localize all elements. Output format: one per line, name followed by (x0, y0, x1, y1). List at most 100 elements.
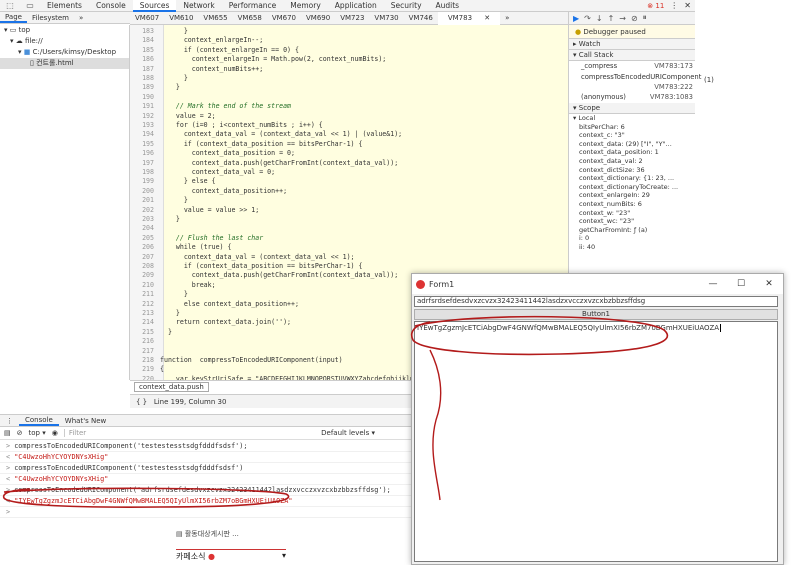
scope-variable[interactable]: context_data_val: 2 (569, 157, 695, 166)
cafe-news-tab[interactable]: 카페소식 ● ▾ (176, 549, 286, 562)
scope-variable[interactable]: context_data: (29) ["I", "Y"... (569, 140, 695, 149)
tab-page[interactable]: Page (0, 13, 27, 23)
more-tabs-icon[interactable]: » (74, 14, 88, 22)
file-tab[interactable]: VM690 (301, 14, 335, 22)
file-tab[interactable]: VM670 (267, 14, 301, 22)
line-number[interactable]: 188 (130, 74, 160, 83)
file-tab[interactable]: VM655 (198, 14, 232, 22)
scope-variable[interactable]: context_dictionaryToCreate: ... (569, 183, 695, 192)
tab-security[interactable]: Security (384, 0, 429, 12)
tree-item-file[interactable]: ▯ 컨트롤.html (0, 58, 129, 69)
line-number[interactable]: 213 (130, 309, 160, 318)
format-icon[interactable]: { } (136, 398, 147, 406)
eye-icon[interactable]: ◉ (52, 429, 58, 437)
file-tab-active[interactable]: VM783 ✕ (437, 11, 501, 25)
tab-network[interactable]: Network (176, 0, 221, 12)
output-textbox[interactable]: IYEwTgZgzmJcETCiAbgDwF4GNWfQMwBMALEQ5QIy… (414, 321, 778, 562)
close-icon[interactable]: ✕ (684, 1, 691, 10)
file-tab[interactable]: VM723 (335, 14, 369, 22)
tab-memory[interactable]: Memory (283, 0, 328, 12)
more-icon[interactable]: ⋮ (670, 1, 678, 10)
step-over-icon[interactable]: ↷ (584, 14, 591, 23)
call-frame[interactable]: _compress VM783:173 (569, 61, 695, 72)
resume-icon[interactable]: ▶ (573, 14, 579, 23)
line-number[interactable]: 216 (130, 337, 160, 346)
line-number[interactable]: 209 (130, 271, 160, 280)
scope-variable[interactable]: bitsPerChar: 6 (569, 123, 695, 132)
call-frame[interactable]: compressToEncodedURIComponent VM783:222 (569, 72, 701, 92)
tab-elements[interactable]: Elements (40, 0, 89, 12)
line-number[interactable]: 183 (130, 27, 160, 36)
line-number[interactable]: 185 (130, 46, 160, 55)
file-tab[interactable]: VM730 (369, 14, 403, 22)
watch-section[interactable]: ▸ Watch (569, 39, 695, 50)
close-tab-icon[interactable]: ✕ (479, 14, 495, 22)
scope-variable[interactable]: context_data_position: 1 (569, 148, 695, 157)
tab-whats-new[interactable]: What's New (59, 417, 112, 425)
tab-console[interactable]: Console (89, 0, 133, 12)
line-number[interactable]: 194 (130, 130, 160, 139)
line-number[interactable]: 184 (130, 36, 160, 45)
line-number[interactable]: 212 (130, 300, 160, 309)
line-number[interactable]: 193 (130, 121, 160, 130)
line-number[interactable]: 198 (130, 168, 160, 177)
scope-variable[interactable]: ii: 40 (569, 243, 695, 252)
file-tab[interactable]: VM607 (130, 14, 164, 22)
scope-variable[interactable]: context_dictSize: 36 (569, 166, 695, 175)
clear-console-icon[interactable]: ⊘ (17, 429, 23, 437)
step-icon[interactable]: → (619, 14, 626, 23)
line-number[interactable]: 219 (130, 365, 160, 374)
line-number[interactable]: 190 (130, 93, 160, 102)
step-into-icon[interactable]: ↓ (596, 14, 603, 23)
maximize-icon[interactable]: ☐ (727, 279, 755, 289)
tab-filesystem[interactable]: Filesystem (27, 14, 74, 22)
board-link[interactable]: ▤ 활동대상게시판 ... (176, 529, 239, 539)
sidebar-toggle-icon[interactable]: ▤ (4, 429, 11, 437)
line-number[interactable]: 195 (130, 140, 160, 149)
tab-audits[interactable]: Audits (429, 0, 467, 12)
line-number[interactable]: 187 (130, 65, 160, 74)
line-number[interactable]: 203 (130, 215, 160, 224)
line-number[interactable]: 189 (130, 83, 160, 92)
call-frame[interactable]: (anonymous) VM783:1083 (569, 92, 695, 103)
close-window-icon[interactable]: ✕ (755, 279, 783, 289)
line-number[interactable]: 206 (130, 243, 160, 252)
line-number[interactable]: 204 (130, 224, 160, 233)
line-number[interactable]: 215 (130, 328, 160, 337)
tree-item-top[interactable]: ▾ ▭ top (0, 25, 129, 36)
error-badge[interactable]: ⊗ 11 (647, 2, 664, 10)
scope-variable[interactable]: i: 0 (569, 234, 695, 243)
step-out-icon[interactable]: ↑ (608, 14, 615, 23)
drawer-menu-icon[interactable]: ⋮ (0, 417, 19, 425)
form1-titlebar[interactable]: Form1 — ☐ ✕ (412, 274, 783, 294)
deactivate-breakpoints-icon[interactable]: ⊘ (631, 14, 638, 23)
line-number[interactable]: 202 (130, 206, 160, 215)
line-number[interactable]: 217 (130, 347, 160, 356)
tab-application[interactable]: Application (328, 0, 384, 12)
line-number[interactable]: 191 (130, 102, 160, 111)
line-number[interactable]: 200 (130, 187, 160, 196)
tree-item-folder[interactable]: ▾ ■ C:/Users/kimsy/Desktop (0, 47, 129, 58)
scope-section[interactable]: ▾ Scope (569, 103, 695, 114)
inspect-icon[interactable]: ⬚ (0, 1, 20, 10)
line-number[interactable]: 207 (130, 253, 160, 262)
line-number[interactable]: 218 (130, 356, 160, 365)
scope-variable[interactable]: getCharFromInt: ƒ (a) (569, 226, 695, 235)
line-number[interactable]: 201 (130, 196, 160, 205)
call-stack-section[interactable]: ▾ Call Stack (569, 50, 695, 61)
button1[interactable]: Button1 (414, 309, 778, 320)
pause-on-exceptions-icon[interactable]: ⏸ (643, 13, 647, 23)
file-tab[interactable]: VM658 (233, 14, 267, 22)
input-textbox[interactable]: adrfsrdsefdesdvxzcvzx32423411442lasdzxvc… (414, 296, 778, 307)
scope-variable[interactable]: context_dictionary: {1: 23, ... (569, 174, 695, 183)
line-number[interactable]: 211 (130, 290, 160, 299)
scope-variable[interactable]: context_c: "3" (569, 131, 695, 140)
line-number[interactable]: 199 (130, 177, 160, 186)
line-number[interactable]: 197 (130, 159, 160, 168)
scope-variable[interactable]: context_numBits: 6 (569, 200, 695, 209)
line-number[interactable]: 205 (130, 234, 160, 243)
tab-sources[interactable]: Sources (132, 0, 177, 12)
line-number[interactable]: 192 (130, 112, 160, 121)
search-input[interactable]: context_data.push (134, 382, 209, 392)
scope-variable[interactable]: context_w: "23" (569, 209, 695, 218)
